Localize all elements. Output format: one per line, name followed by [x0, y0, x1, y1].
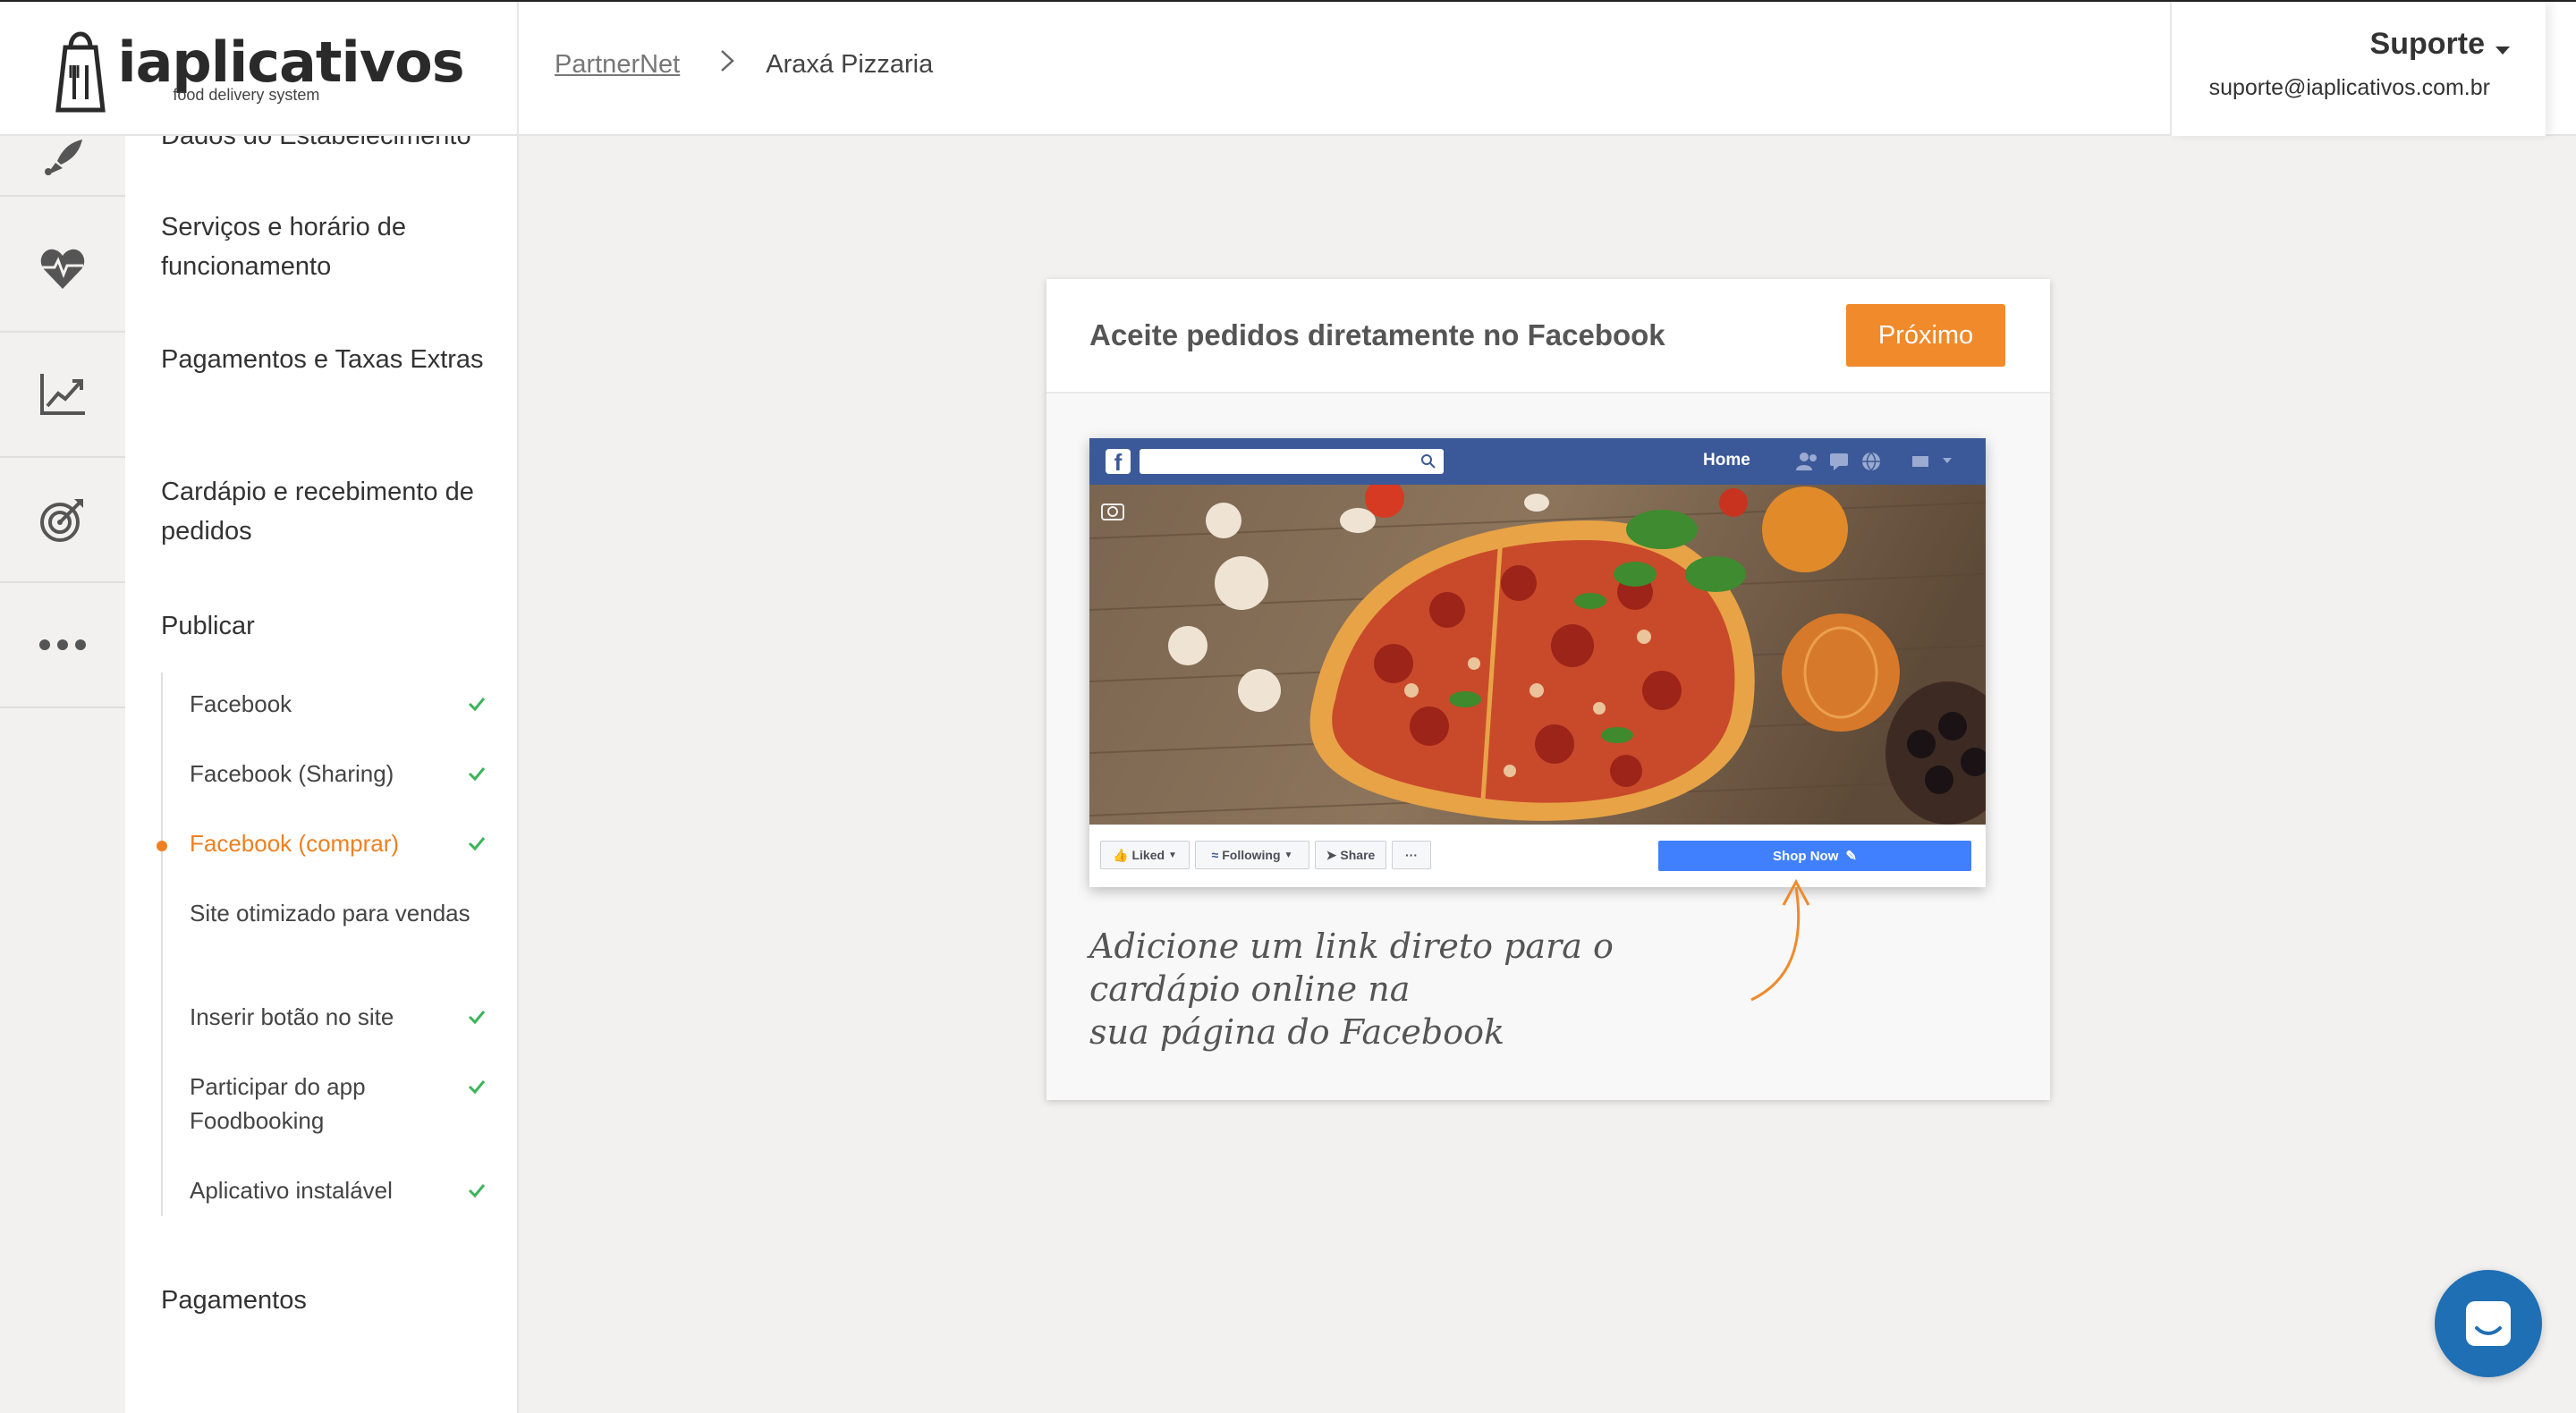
facebook-logo-icon: f — [1106, 449, 1131, 476]
submenu-item-facebook-comprar[interactable]: Facebook (comprar) — [190, 826, 485, 860]
user-menu[interactable]: Suporte suporte@iaplicativos.com.br — [2170, 2, 2546, 136]
pencil-icon: ✎ — [1845, 849, 1857, 864]
rss-icon: ≈ — [1211, 848, 1219, 862]
facebook-topbar: f Home — [1089, 438, 1986, 485]
pizza-cover-photo — [1089, 485, 1986, 825]
chat-launcher-button[interactable] — [2435, 1270, 2542, 1377]
next-button[interactable]: Próximo — [1846, 304, 2005, 367]
heartbeat-icon — [40, 249, 85, 289]
facebook-home-link: Home — [1703, 451, 1750, 470]
breadcrumb: PartnerNet Araxá Pizzaria — [555, 48, 933, 80]
messages-icon — [1830, 453, 1848, 470]
chevron-right-icon — [719, 48, 735, 80]
check-icon — [468, 698, 486, 712]
rocket-icon — [45, 140, 82, 175]
thumbs-up-icon: 👍 — [1113, 847, 1129, 862]
rail-item-health[interactable] — [0, 207, 125, 333]
rail-item-setup[interactable] — [0, 123, 125, 197]
liked-button: 👍 Liked ▼ — [1100, 841, 1190, 869]
submenu-divider — [161, 673, 163, 1216]
chart-line-icon — [40, 374, 85, 415]
user-name: Suporte — [2369, 27, 2485, 61]
logo-area[interactable]: iaplicativos food delivery system — [0, 2, 519, 136]
card-title: Aceite pedidos diretamente no Facebook — [1089, 318, 1665, 351]
facebook-shop-card: Aceite pedidos diretamente no Facebook P… — [1046, 279, 2050, 1100]
submenu-item-aplicativo-instalavel[interactable]: Aplicativo instalável — [190, 1173, 485, 1207]
chat-icon — [2466, 1301, 2511, 1346]
caret-down-icon: ▼ — [1284, 850, 1293, 860]
globe-icon — [1862, 452, 1880, 472]
submenu-item-inserir-botao[interactable]: Inserir botão no site — [190, 1000, 485, 1034]
logo[interactable]: iaplicativos food delivery system — [53, 24, 465, 114]
curved-arrow-icon — [1750, 878, 1810, 1002]
shopping-bag-logo-icon — [55, 31, 106, 113]
active-indicator-dot — [157, 841, 167, 851]
breadcrumb-partnernet-link[interactable]: PartnerNet — [555, 50, 680, 80]
card-header: Aceite pedidos diretamente no Facebook P… — [1046, 279, 2050, 393]
pizza-cover-image — [1089, 485, 1986, 825]
submenu-item-facebook-sharing[interactable]: Facebook (Sharing) — [190, 757, 485, 791]
check-icon — [468, 1080, 486, 1095]
friends-icon — [1796, 453, 1817, 470]
breadcrumb-current: Araxá Pizzaria — [766, 49, 934, 79]
search-icon — [1421, 454, 1436, 469]
rail-item-more[interactable] — [0, 583, 125, 708]
submenu-item-facebook[interactable]: Facebook — [190, 687, 485, 721]
facebook-action-bar: 👍 Liked ▼ ≈ Following ▼ ➤ Share ··· Shop… — [1089, 825, 1986, 887]
icon-rail — [0, 136, 125, 1413]
rail-item-goals[interactable] — [0, 458, 125, 583]
sidebar-item-servicos[interactable]: Serviços e horário de funcionamento — [161, 207, 501, 286]
check-icon — [468, 1184, 486, 1198]
logo-tagline: food delivery system — [173, 86, 320, 104]
rail-item-stats[interactable] — [0, 333, 125, 458]
top-header: iaplicativos food delivery system Partne… — [0, 0, 2576, 136]
sidebar-item-pagamentos[interactable]: Pagamentos — [161, 1281, 501, 1320]
facebook-search-bar — [1140, 449, 1444, 474]
sidebar-item-publicar[interactable]: Publicar — [161, 606, 501, 646]
target-icon — [40, 499, 83, 542]
caret-down-icon: ▼ — [1168, 850, 1177, 860]
facebook-page-illustration: f Home 👍 Liked ▼ ≈ Following ▼ ➤ Share ·… — [1089, 438, 1986, 887]
sidebar: Dados do Estabelecimento Serviços e horá… — [125, 136, 519, 1413]
share-arrow-icon: ➤ — [1326, 847, 1337, 862]
sidebar-item-dados[interactable]: Dados do Estabelecimento — [161, 136, 501, 156]
more-options-button: ··· — [1392, 841, 1431, 869]
settings-menu-icon — [1912, 456, 1952, 467]
shop-now-button: Shop Now ✎ — [1658, 841, 1971, 871]
submenu-item-foodbooking[interactable]: Participar do app Foodbooking — [190, 1070, 485, 1138]
submenu-item-site-otimizado[interactable]: Site otimizado para vendas — [190, 896, 485, 930]
sidebar-item-pagamentos-taxas[interactable]: Pagamentos e Taxas Extras — [161, 340, 501, 379]
check-icon — [468, 1011, 486, 1025]
check-icon — [468, 767, 486, 782]
check-icon — [468, 837, 486, 851]
share-button: ➤ Share — [1315, 841, 1386, 869]
caret-down-icon[interactable] — [2496, 47, 2510, 55]
more-icon — [39, 639, 86, 650]
user-email: suporte@iaplicativos.com.br — [2208, 75, 2490, 100]
sidebar-item-cardapio[interactable]: Cardápio e recebimento de pedidos — [161, 472, 501, 551]
following-button: ≈ Following ▼ — [1195, 841, 1309, 869]
caption-text: Adicione um link direto para o cardápio … — [1089, 926, 1614, 1052]
logo-name: iaplicativos — [117, 30, 464, 95]
